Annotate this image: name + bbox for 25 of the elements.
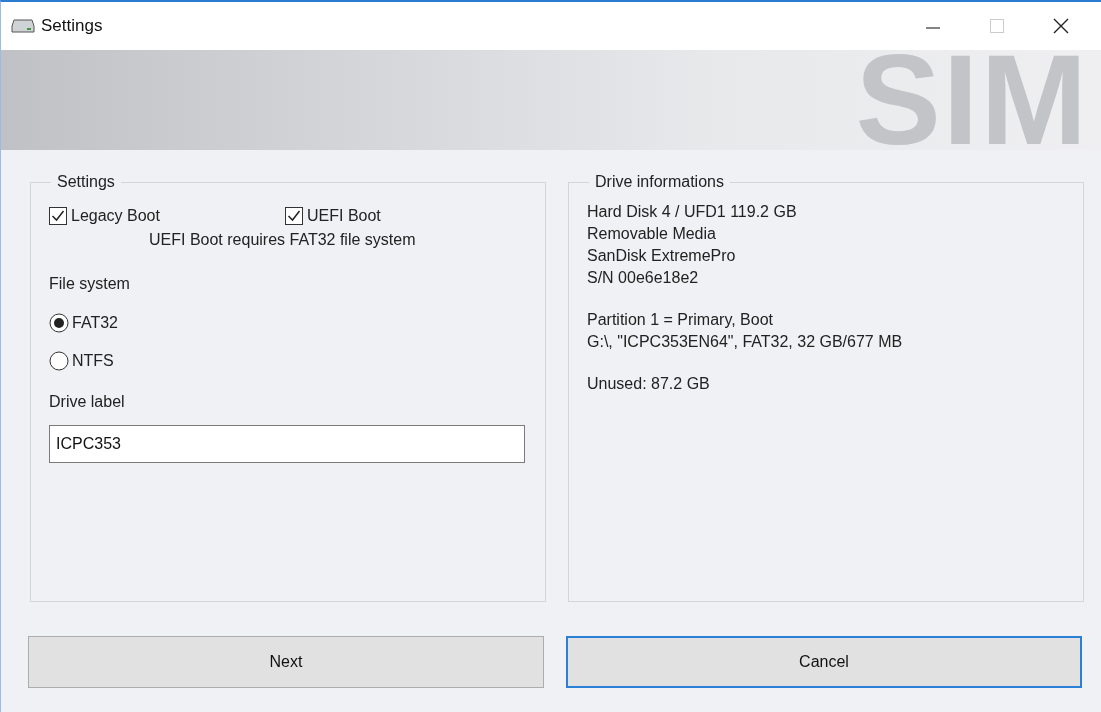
file-system-label: File system: [49, 275, 130, 293]
dialog-button[interactable]: Cancel: [566, 636, 1082, 688]
radio-label[interactable]: FAT32: [72, 314, 118, 332]
window-title: Settings: [41, 16, 104, 36]
dialog-button[interactable]: Next: [28, 636, 544, 688]
drive-info-line: Partition 1 = Primary, Boot: [587, 310, 773, 330]
drive-info-line: SanDisk ExtremePro: [587, 246, 736, 266]
boot-note: UEFI Boot requires FAT32 file system: [149, 231, 417, 249]
drive-info-line: Removable Media: [587, 224, 716, 244]
drive-label-field[interactable]: ICPC353: [49, 425, 525, 463]
close-icon[interactable]: [1053, 18, 1069, 34]
drive-info-line: S/N 00e6e18e2: [587, 268, 699, 288]
radio-button[interactable]: [49, 351, 69, 371]
drive-info-line: Unused: 87.2 GB: [587, 374, 710, 394]
drive-icon: [11, 19, 35, 33]
drive-info-line: Hard Disk 4 / UFD1 119.2 GB: [587, 202, 797, 222]
group-title: Settings: [51, 172, 121, 192]
checkbox[interactable]: [49, 207, 67, 225]
drive-label-label: Drive label: [49, 393, 125, 411]
checkbox[interactable]: [285, 207, 303, 225]
drive-info-line: G:\, "ICPC353EN64", FAT32, 32 GB/677 MB: [587, 332, 903, 352]
radio-button[interactable]: [49, 313, 69, 333]
radio-label[interactable]: NTFS: [72, 352, 114, 370]
checkbox-label[interactable]: Legacy Boot: [71, 207, 160, 225]
checkbox-label[interactable]: UEFI Boot: [307, 207, 381, 225]
